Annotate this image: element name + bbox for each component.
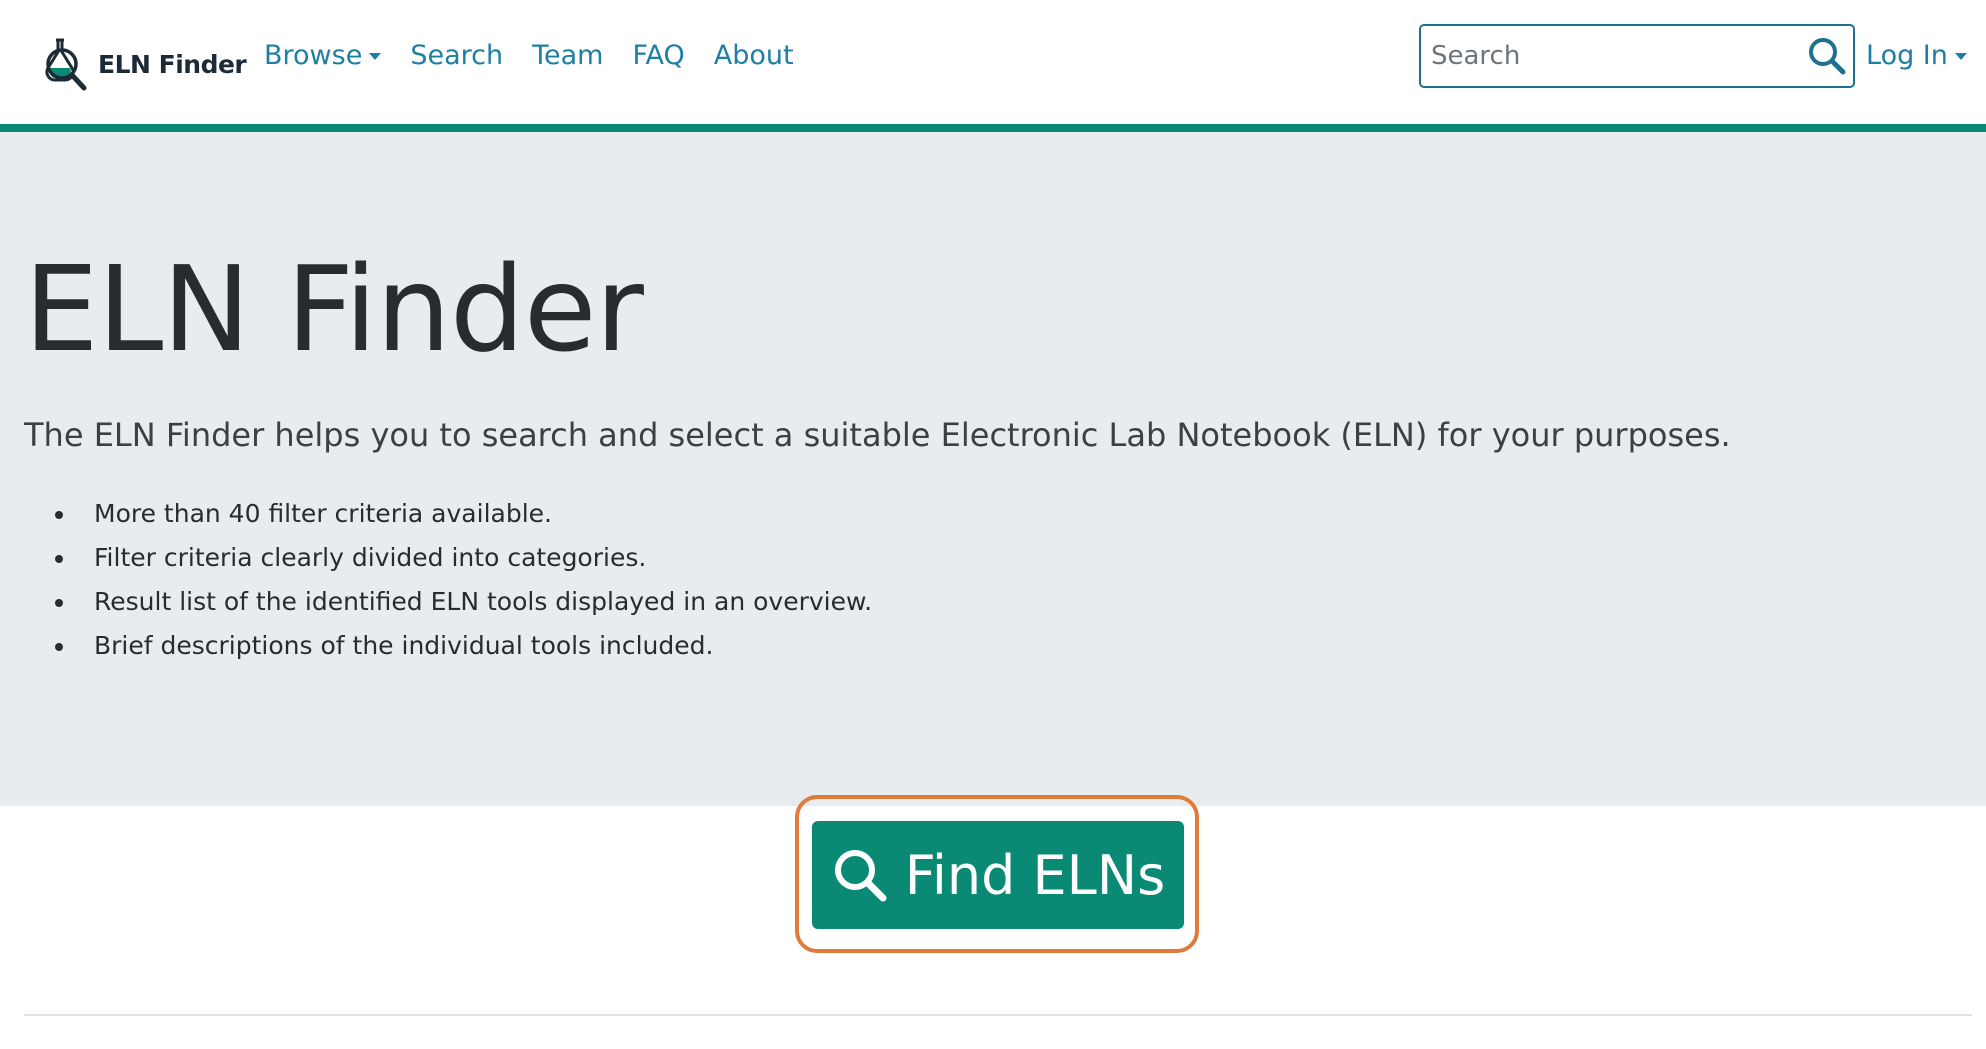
hero-lead-text: The ELN Finder helps you to search and s…: [24, 416, 1731, 454]
bullet-icon: [55, 555, 63, 563]
list-item: Brief descriptions of the individual too…: [55, 624, 872, 668]
find-elns-label: Find ELNs: [904, 843, 1166, 907]
feature-list: More than 40 filter criteria available. …: [55, 492, 872, 668]
list-item: More than 40 filter criteria available.: [55, 492, 872, 536]
nav-search-link[interactable]: Search: [410, 40, 503, 71]
bullet-icon: [55, 643, 63, 651]
search-icon[interactable]: [1807, 36, 1847, 76]
nav-about-label: About: [713, 40, 794, 71]
bullet-icon: [55, 599, 63, 607]
nav-browse-label: Browse: [264, 40, 363, 71]
brand-name: ELN Finder: [98, 49, 247, 79]
nav-about-link[interactable]: About: [714, 40, 794, 71]
nav-team-label: Team: [532, 40, 604, 71]
search-icon: [834, 850, 887, 902]
navbar: ELN Finder Browse Search Team FAQ About …: [0, 0, 1986, 132]
list-item: Filter criteria clearly divided into cat…: [55, 536, 872, 580]
nav-faq-link[interactable]: FAQ: [632, 40, 684, 71]
find-elns-button[interactable]: Find ELNs: [812, 821, 1184, 929]
nav-search-label: Search: [410, 40, 504, 71]
nav-team-link[interactable]: Team: [532, 40, 603, 71]
login-label: Log In: [1866, 40, 1948, 71]
header-search-form: [1419, 24, 1855, 88]
login-dropdown[interactable]: Log In: [1866, 40, 1967, 71]
bullet-icon: [55, 511, 63, 519]
caret-down-icon: [1954, 53, 1967, 60]
page-title: ELN Finder: [24, 240, 644, 378]
hero-section: ELN Finder The ELN Finder helps you to s…: [0, 132, 1986, 806]
flask-magnifier-logo-icon: [45, 38, 87, 91]
main-nav: Browse Search Team FAQ About: [264, 40, 823, 71]
section-divider: [24, 1014, 1972, 1016]
list-item: Result list of the identified ELN tools …: [55, 580, 872, 624]
brand-link[interactable]: ELN Finder: [38, 34, 247, 94]
nav-browse-dropdown[interactable]: Browse: [264, 40, 382, 71]
header-search-input[interactable]: [1429, 40, 1813, 72]
nav-faq-label: FAQ: [632, 40, 685, 71]
caret-down-icon: [369, 53, 382, 60]
